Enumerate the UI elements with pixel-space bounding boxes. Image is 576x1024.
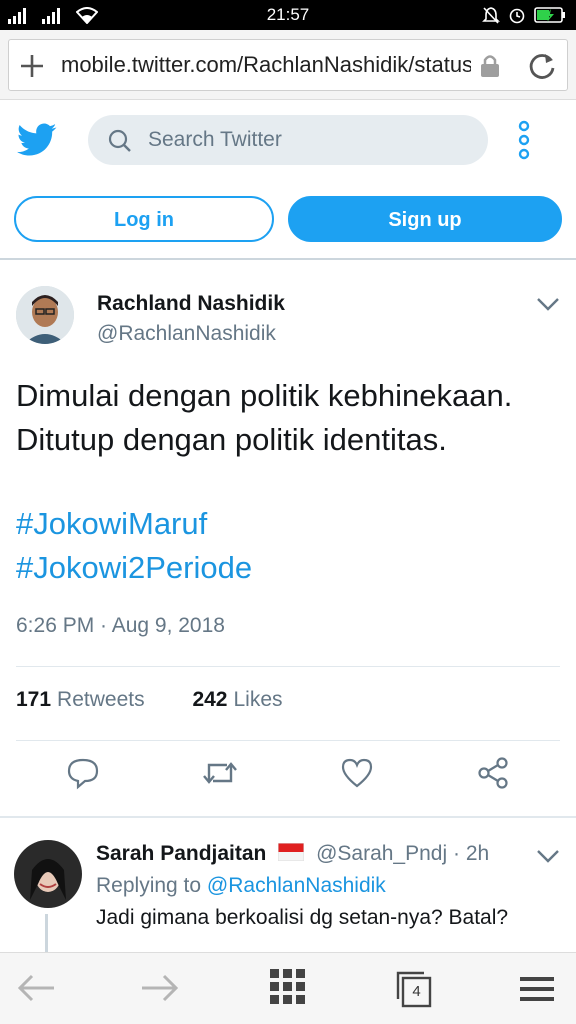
tweet-text-line-2: Ditutup dengan politik identitas. [16,422,447,457]
likes-count: 242 [192,688,228,711]
hashtag-link[interactable]: #JokowiMaruf [16,502,252,546]
signup-button[interactable]: Sign up [288,196,562,242]
status-bar: 21:57 [0,0,576,30]
likes-label: Likes [233,688,283,711]
tabs-count: 4 [412,983,421,1000]
thread-line [45,914,48,954]
share-icon[interactable] [476,756,510,790]
tweet-actions [0,756,576,806]
browser-bottom-bar: 4 [0,952,576,1024]
likes-stat[interactable]: 242 Likes [192,688,282,711]
replying-to-handle[interactable]: @RachlanNashidik [207,874,386,897]
reply-author-handle[interactable]: @Sarah_Pndj [316,842,447,865]
reply-time[interactable]: 2h [466,842,489,865]
new-tab-plus-icon[interactable] [19,53,45,79]
twitter-bird-icon[interactable] [17,123,57,157]
reply-text: Jadi gimana berkoalisi dg setan-nya? Bat… [96,906,509,929]
menu-icon[interactable] [520,975,554,1003]
like-heart-icon[interactable] [340,756,374,790]
status-right-icons [482,6,566,24]
search-icon [108,129,131,152]
replying-to-label: Replying to [96,874,202,897]
lock-icon [481,55,499,77]
reply-time-separator: · [453,842,460,865]
chevron-down-icon[interactable] [536,848,560,864]
alarm-icon [509,8,525,24]
more-options-icon[interactable] [514,120,534,160]
author-handle[interactable]: @RachlanNashidik [97,322,276,346]
author-avatar[interactable] [16,286,74,344]
reload-icon[interactable] [527,51,557,81]
retweets-count: 171 [16,688,52,711]
author-name[interactable]: Rachland Nashidik [97,292,285,316]
reply-header: Sarah Pandjaitan @Sarah_Pndj · 2h [96,842,489,866]
search-placeholder: Search Twitter [148,128,282,151]
reply-author-name[interactable]: Sarah Pandjaitan [96,842,266,865]
indonesia-flag-icon [277,842,305,862]
url-text[interactable]: mobile.twitter.com/RachlanNashidik/statu… [61,52,471,78]
notifications-off-icon [482,7,500,24]
search-twitter-input[interactable]: Search Twitter [88,115,488,165]
retweets-label: Retweets [57,688,145,711]
hashtag-link[interactable]: #Jokowi2Periode [16,546,252,590]
back-arrow-icon[interactable] [16,973,56,1003]
reply-author-avatar[interactable] [14,840,82,908]
replying-to-line: Replying to @RachlanNashidik [96,874,386,898]
forward-arrow-icon[interactable] [140,973,180,1003]
tweet-text-line-1: Dimulai dengan politik kebhinekaan. [16,378,513,413]
tweet-text: Dimulai dengan politik kebhinekaan. Ditu… [16,374,566,462]
tweet-stats: 171 Retweets 242 Likes [16,688,283,712]
battery-icon [534,7,565,23]
divider [16,740,560,741]
twitter-header: Search Twitter Log in Sign up [0,100,576,260]
apps-grid-icon[interactable] [270,969,306,1005]
tweet-timestamp[interactable]: 6:26 PM · Aug 9, 2018 [16,614,225,638]
divider [16,666,560,667]
url-field[interactable]: mobile.twitter.com/RachlanNashidik/statu… [8,39,568,91]
chevron-down-icon[interactable] [536,296,560,312]
avatar-photo [14,840,82,908]
login-button[interactable]: Log in [14,196,274,242]
browser-address-bar: mobile.twitter.com/RachlanNashidik/statu… [0,30,576,100]
retweets-stat[interactable]: 171 Retweets [16,688,145,711]
tabs-button[interactable]: 4 [394,969,434,1009]
tweet-hashtags: #JokowiMaruf #Jokowi2Periode [16,502,252,590]
reply-icon[interactable] [66,756,100,790]
avatar-photo [16,286,74,344]
retweet-icon[interactable] [202,756,238,790]
reply-tweet[interactable]: Sarah Pandjaitan @Sarah_Pndj · 2h Replyi… [0,816,576,954]
